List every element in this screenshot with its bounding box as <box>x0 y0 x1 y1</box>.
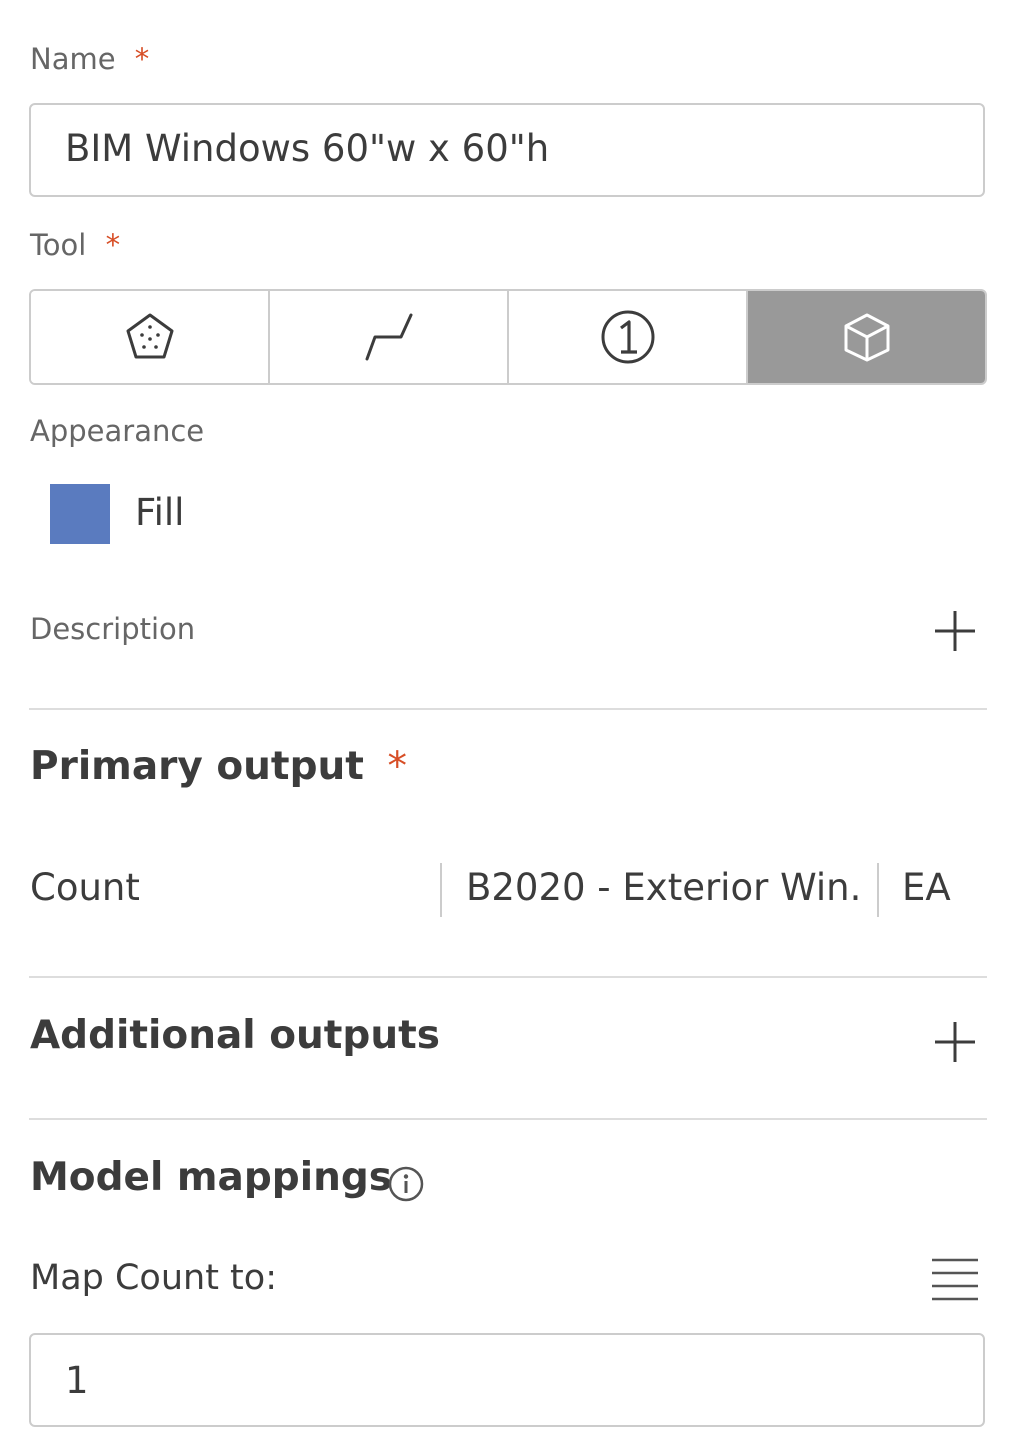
fill-color-swatch[interactable] <box>50 484 110 544</box>
tool-selector <box>29 289 987 385</box>
tool-area-button[interactable] <box>31 291 270 383</box>
cube-3d-icon <box>844 313 889 362</box>
column-separator <box>440 863 442 917</box>
plus-icon <box>935 1022 975 1062</box>
section-divider <box>29 708 987 710</box>
plus-icon <box>935 611 975 651</box>
output-measure: Count <box>30 866 140 909</box>
count-circle-icon <box>601 310 654 364</box>
name-input[interactable]: BIM Windows 60"w x 60"h <box>29 103 985 197</box>
model-mappings-title: Model mappings <box>30 1155 392 1200</box>
section-divider <box>29 1118 987 1120</box>
tool-linear-button[interactable] <box>270 291 509 383</box>
polyline-linear-icon <box>365 313 412 361</box>
fill-label: Fill <box>135 491 185 534</box>
map-count-input[interactable]: 1 <box>29 1333 985 1427</box>
add-description-button[interactable] <box>933 609 977 653</box>
tool-count-button[interactable] <box>509 291 748 383</box>
name-input-value: BIM Windows 60"w x 60"h <box>65 127 550 170</box>
column-separator <box>877 863 879 917</box>
description-label: Description <box>30 612 196 646</box>
primary-output-row[interactable]: Count B2020 - Exterior Win... EA <box>0 858 1015 922</box>
appearance-label: Appearance <box>30 414 205 448</box>
required-mark: * <box>387 744 407 789</box>
name-label: Name * <box>30 42 150 76</box>
output-classification: B2020 - Exterior Win... <box>466 866 860 909</box>
required-mark: * <box>105 228 121 262</box>
map-count-label: Map Count to: <box>30 1258 277 1298</box>
required-mark: * <box>134 42 150 76</box>
primary-output-title: Primary output * <box>30 744 407 789</box>
pentagon-area-icon <box>126 313 173 359</box>
info-icon <box>388 1166 424 1202</box>
list-menu-icon <box>932 1258 978 1301</box>
map-count-value: 1 <box>65 1359 89 1402</box>
mapping-menu-button[interactable] <box>930 1257 980 1303</box>
section-divider <box>29 976 987 978</box>
additional-outputs-title: Additional outputs <box>30 1013 440 1058</box>
model-mappings-info-button[interactable] <box>387 1165 425 1203</box>
output-unit: EA <box>902 866 951 909</box>
tool-3d-button[interactable] <box>748 291 985 383</box>
add-output-button[interactable] <box>933 1020 977 1064</box>
tool-label: Tool * <box>30 228 121 262</box>
